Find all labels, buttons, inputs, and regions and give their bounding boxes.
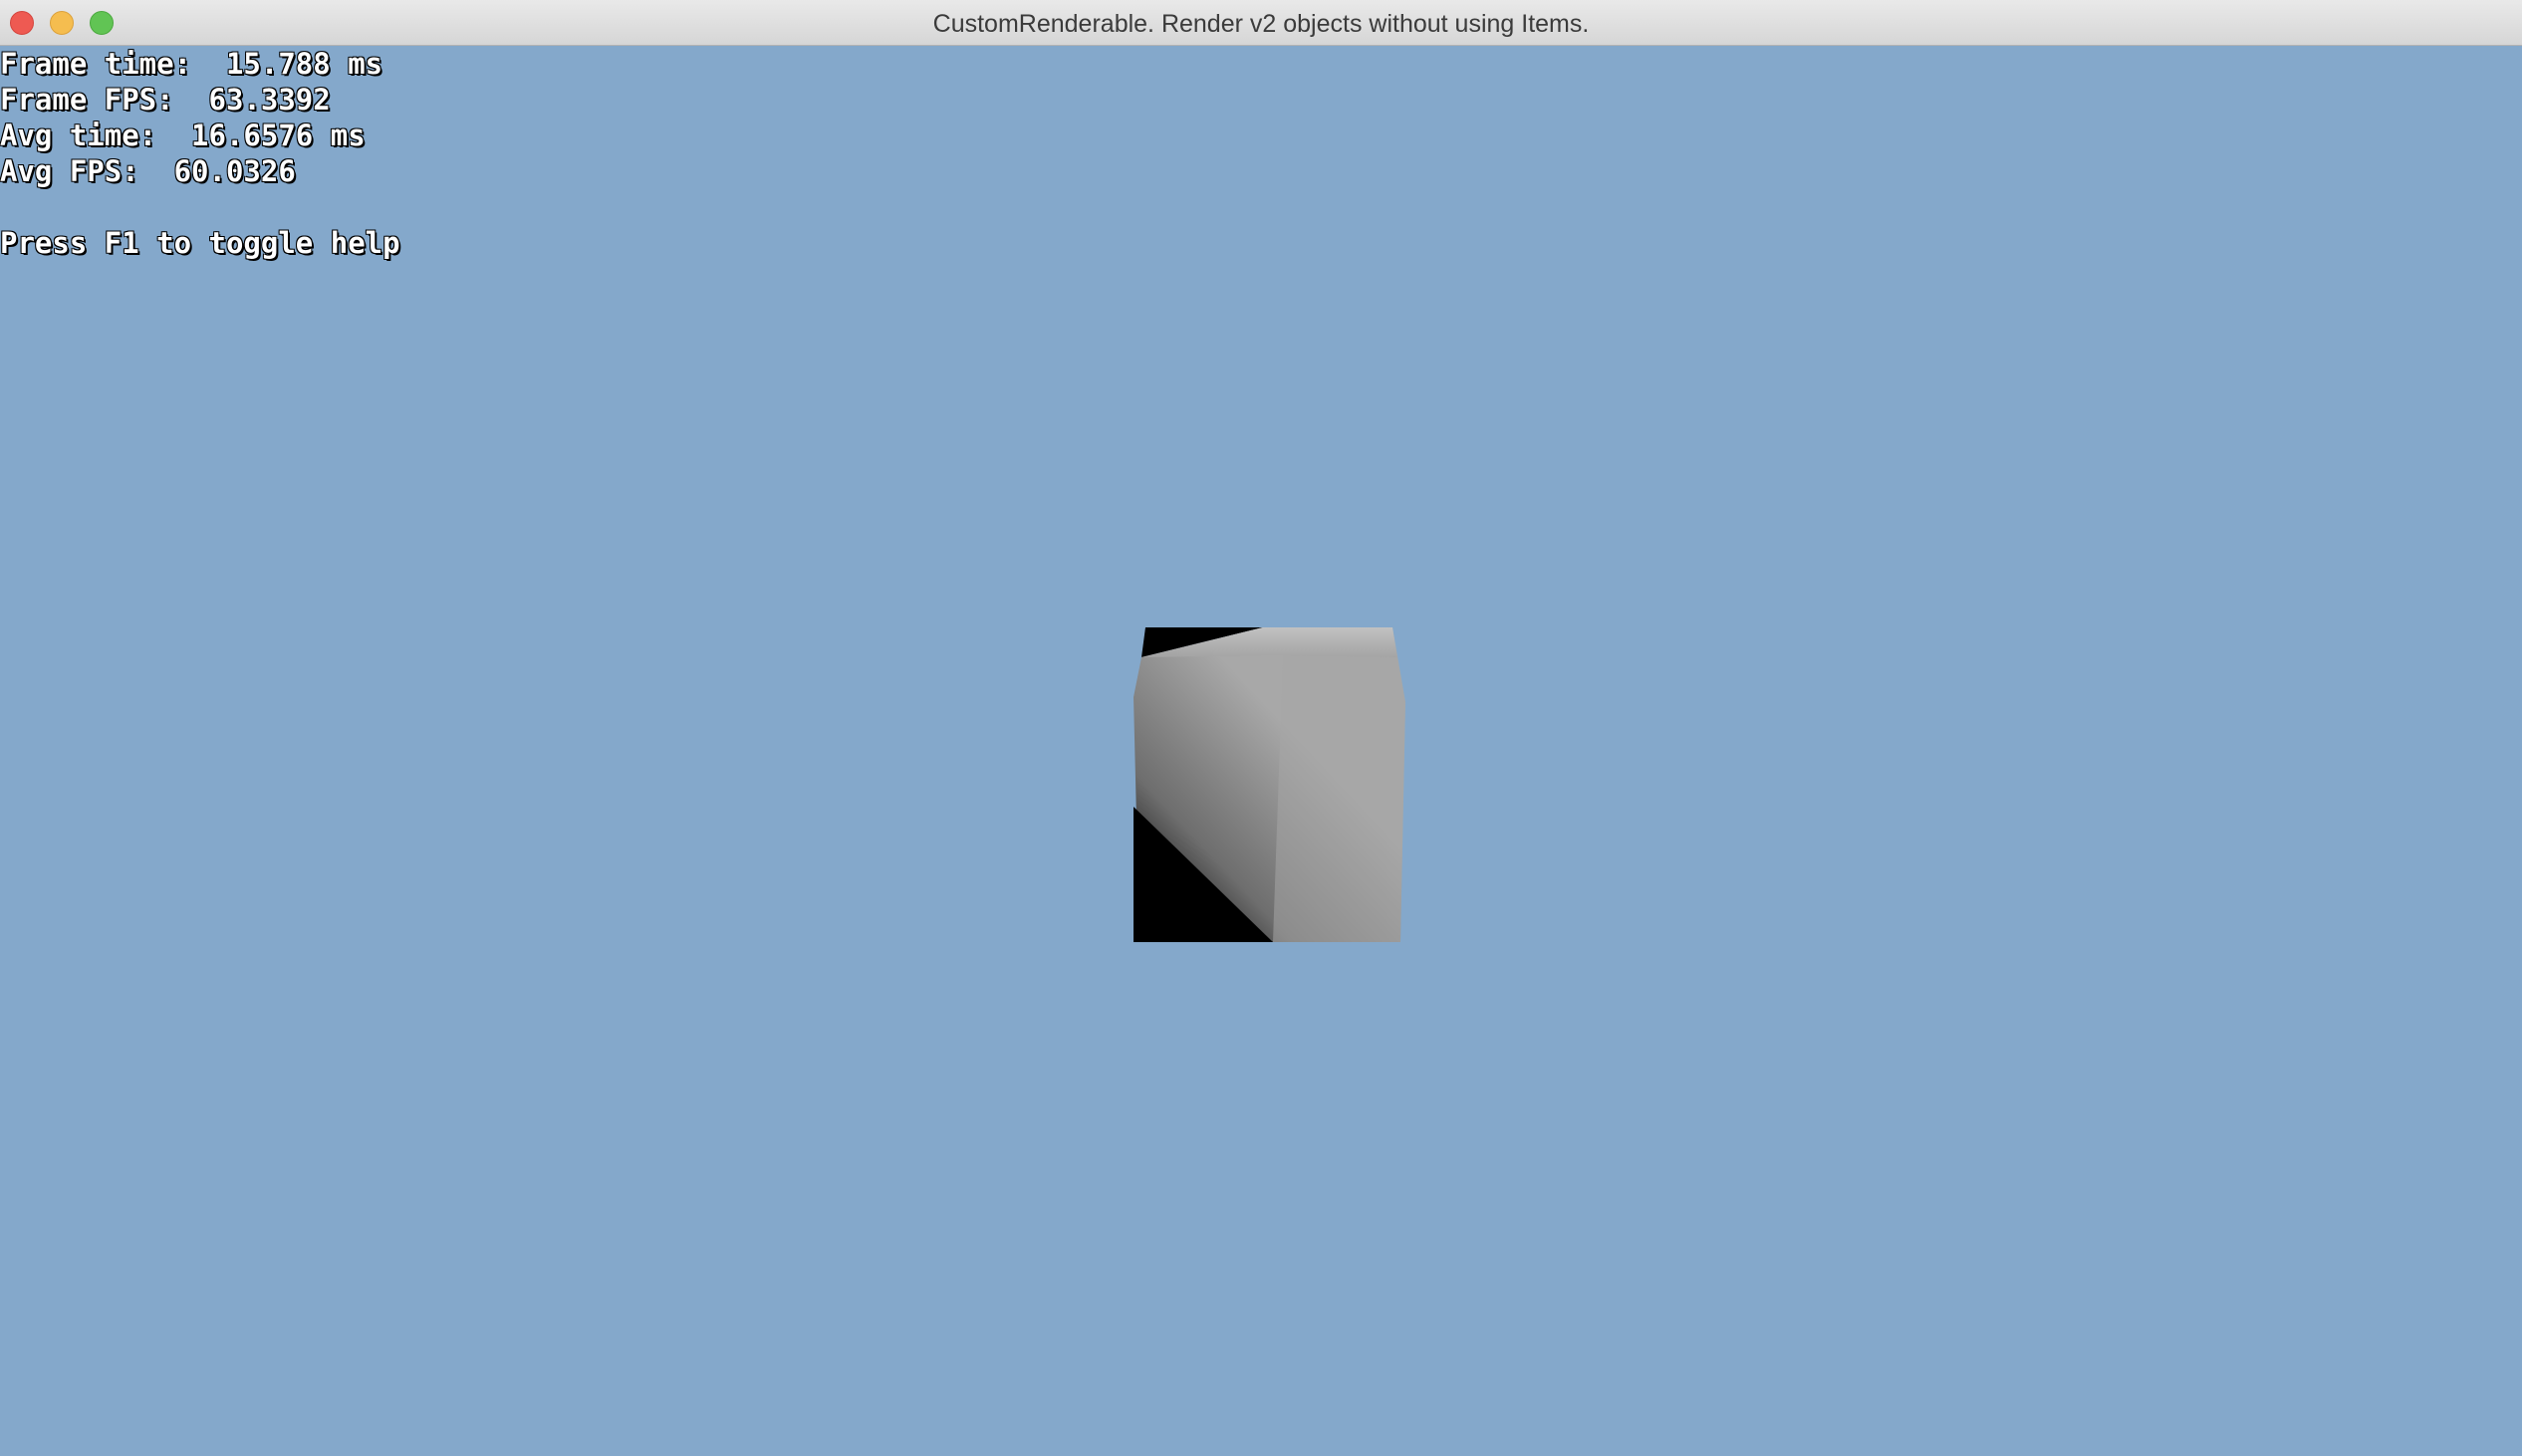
frame-time-text: Frame time: 15.788 ms	[0, 47, 383, 81]
help-hint-text: Press F1 to toggle help	[0, 226, 400, 260]
spacer-line	[0, 189, 400, 225]
render-viewport[interactable]: Frame time: 15.788 ms Frame FPS: 63.3392…	[0, 46, 2522, 1456]
title-bar[interactable]: CustomRenderable. Render v2 objects with…	[0, 0, 2522, 46]
avg-fps-text: Avg FPS: 60.0326	[0, 154, 296, 188]
avg-time-text: Avg time: 16.6576 ms	[0, 119, 366, 152]
rendered-cube	[1134, 627, 1405, 942]
stats-overlay: Frame time: 15.788 ms Frame FPS: 63.3392…	[0, 46, 400, 261]
frame-fps-text: Frame FPS: 63.3392	[0, 83, 331, 117]
window-title: CustomRenderable. Render v2 objects with…	[932, 10, 1590, 38]
cube-right-face	[1273, 655, 1405, 942]
app-window: CustomRenderable. Render v2 objects with…	[0, 0, 2522, 1456]
